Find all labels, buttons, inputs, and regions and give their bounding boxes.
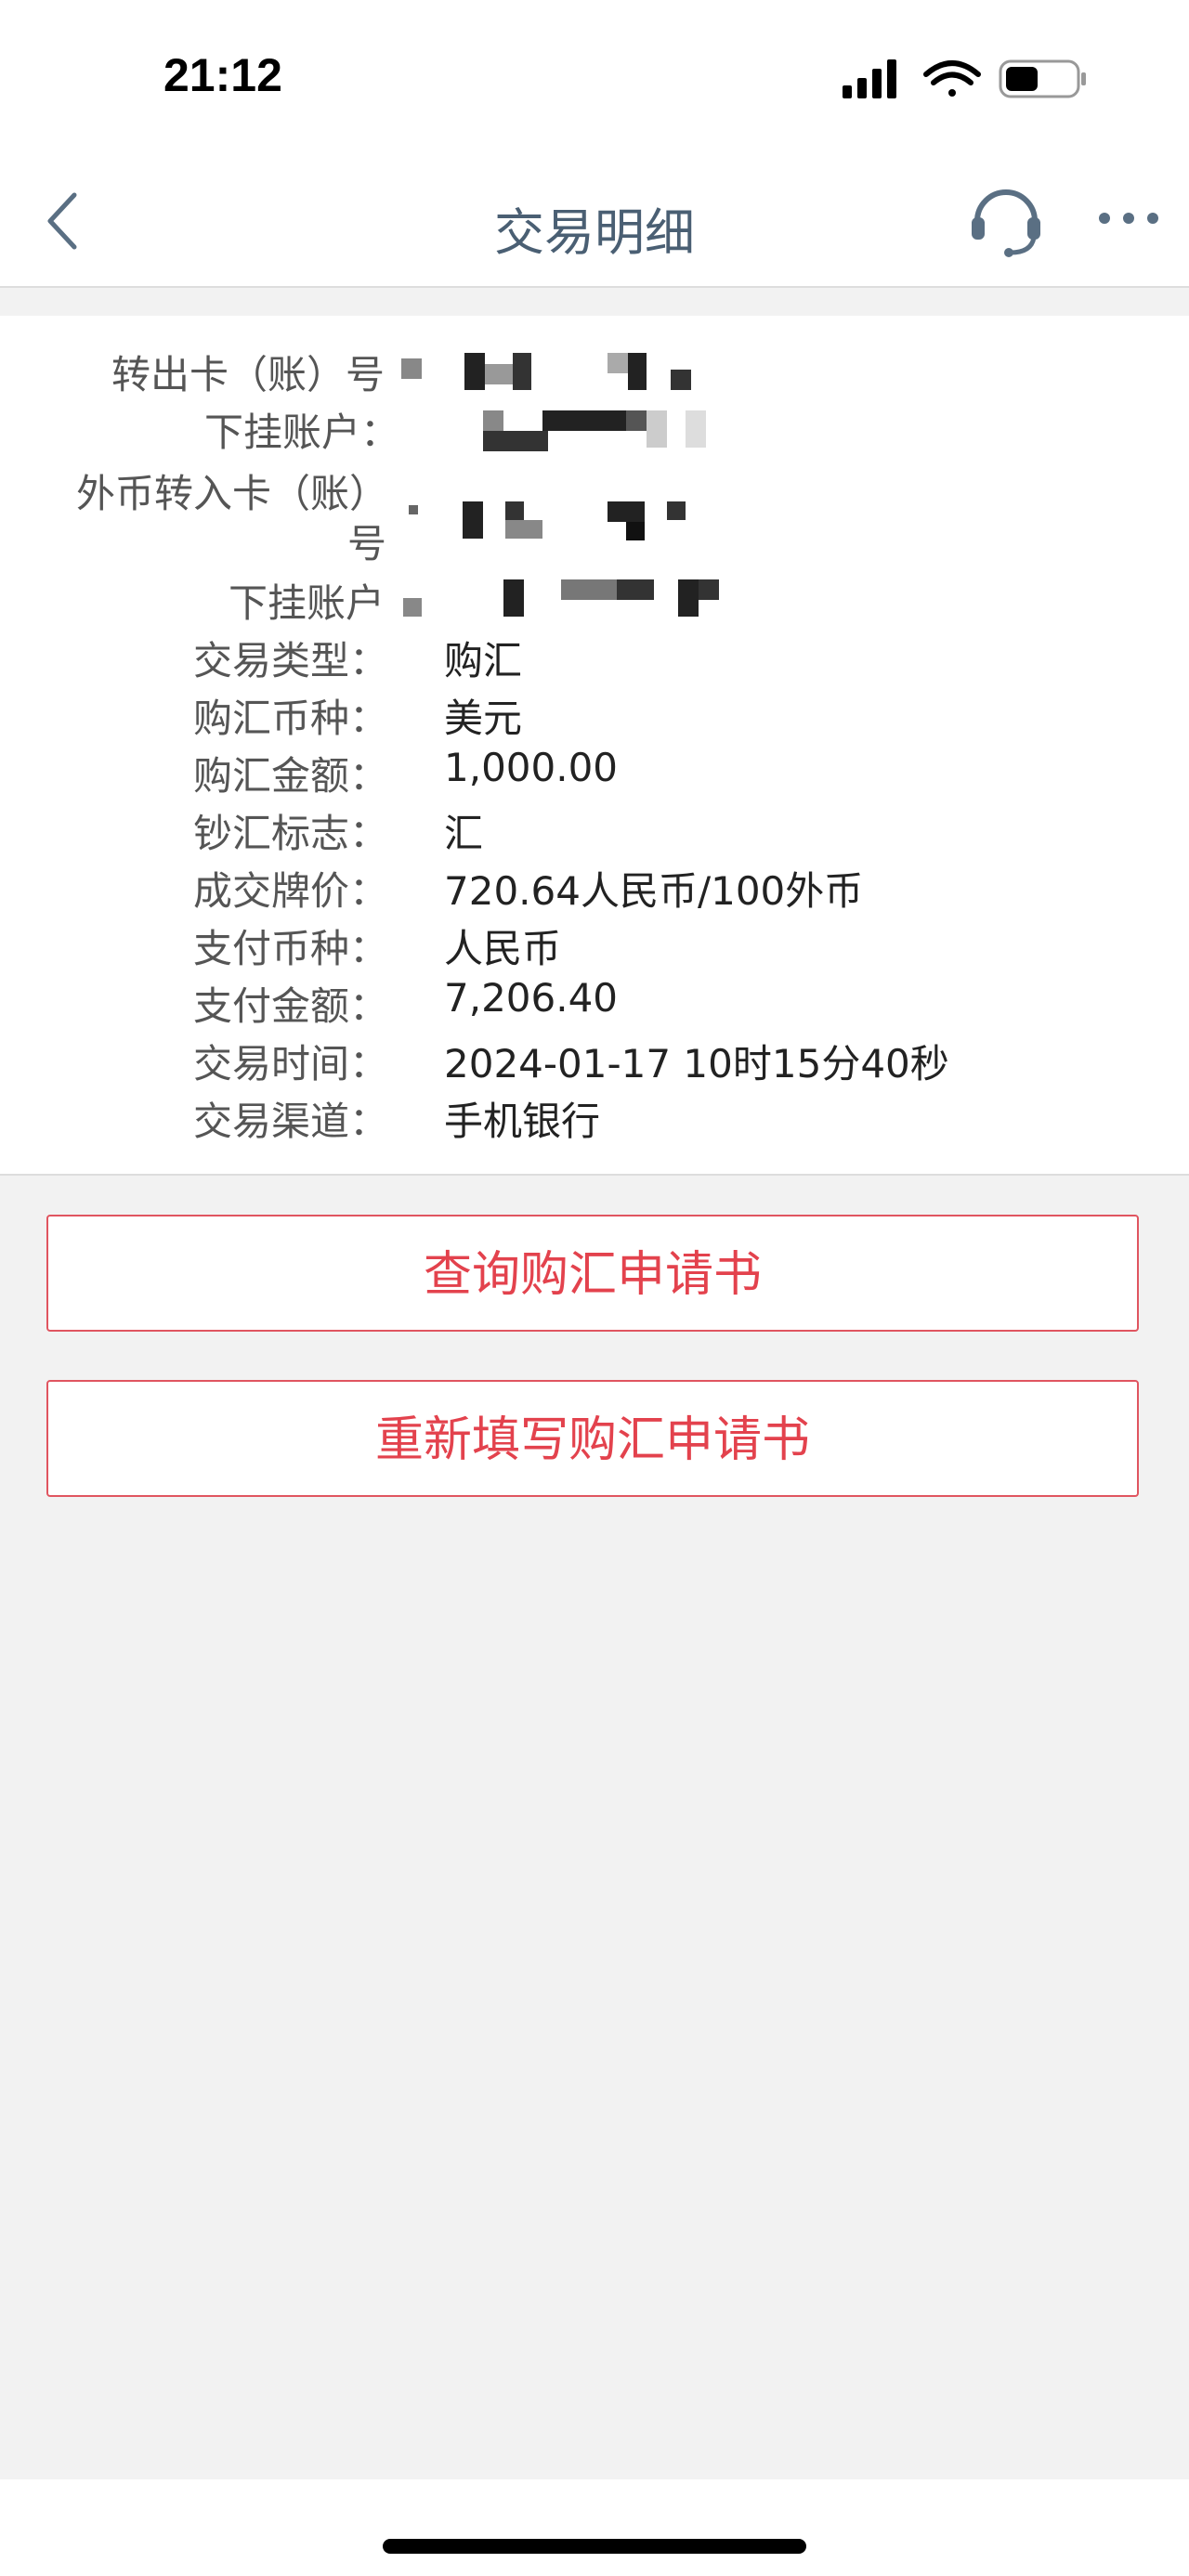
field-value: 美元: [444, 696, 523, 741]
nav-bar: 交易明细: [0, 158, 1189, 288]
field-label: 支付金额：: [192, 983, 388, 1029]
detail-row-cash-flag: 钞汇标志： 汇: [0, 802, 1189, 858]
detail-row-pay-currency: 支付币种： 人民币: [0, 917, 1189, 973]
to-sub-account-label: 下挂账户: [228, 580, 385, 626]
field-value: 2024-01-17 10时15分40秒: [444, 1041, 949, 1086]
field-label: 成交牌价：: [192, 868, 388, 914]
status-icons: [843, 59, 1086, 98]
from-sub-account-label: 下挂账户：: [203, 410, 399, 455]
field-label: 交易时间：: [192, 1041, 388, 1086]
field-value: 人民币: [444, 926, 562, 971]
status-bar: 21:12: [0, 0, 1189, 158]
field-label: 钞汇标志：: [192, 811, 388, 856]
to-card-row-line2: 号: [0, 501, 1189, 568]
from-card-row: 转出卡（账）号: [0, 344, 1189, 399]
field-label: 支付币种：: [192, 926, 388, 971]
field-label: 交易类型：: [192, 638, 388, 683]
detail-row-type: 交易类型： 购汇: [0, 630, 1189, 685]
to-sub-account-row: 下挂账户: [0, 572, 1189, 628]
field-value: 1,000.00: [444, 745, 619, 790]
refill-application-button[interactable]: 重新填写购汇申请书: [46, 1380, 1139, 1497]
divider-band: [0, 288, 1189, 316]
field-value: 汇: [444, 811, 484, 856]
field-label: 交易渠道：: [192, 1099, 388, 1144]
field-value: 7,206.40: [444, 975, 619, 1021]
from-sub-account-row: 下挂账户：: [0, 401, 1189, 457]
field-label: 购汇金额：: [192, 753, 388, 799]
wifi-icon: [923, 60, 981, 97]
headset-icon[interactable]: [966, 178, 1046, 258]
masked-to-sub-account: [401, 579, 736, 626]
masked-sub-account: [483, 405, 725, 453]
detail-row-amount: 购汇金额： 1,000.00: [0, 745, 1189, 800]
field-value: 720.64人民币/100外币: [444, 868, 864, 914]
transaction-detail-card: 转出卡（账）号 下挂账户： 外币转入卡（账） 号 下挂账户 交易类型： 购汇 购…: [0, 316, 1189, 1176]
masked-to-card-number: [409, 501, 725, 548]
signal-icon: [843, 59, 896, 98]
detail-row-channel: 交易渠道： 手机银行: [0, 1090, 1189, 1146]
from-card-label: 转出卡（账）号: [111, 352, 385, 397]
field-value: 手机银行: [444, 1099, 601, 1144]
field-value: 购汇: [444, 638, 523, 683]
to-card-label-line1: 外币转入卡（账）: [75, 471, 388, 516]
masked-card-number: [401, 347, 717, 394]
query-application-button[interactable]: 查询购汇申请书: [46, 1215, 1139, 1332]
detail-row-time: 交易时间： 2024-01-17 10时15分40秒: [0, 1033, 1189, 1088]
detail-row-currency: 购汇币种： 美元: [0, 687, 1189, 743]
detail-row-pay-amount: 支付金额： 7,206.40: [0, 975, 1189, 1031]
bottom-bar: [0, 2479, 1189, 2576]
battery-icon: [999, 59, 1086, 98]
status-time: 21:12: [163, 49, 282, 101]
detail-row-rate: 成交牌价： 720.64人民币/100外币: [0, 860, 1189, 916]
field-label: 购汇币种：: [192, 696, 388, 741]
to-card-label-line2: 号: [346, 521, 386, 566]
more-dots-icon[interactable]: [1096, 204, 1161, 232]
home-indicator[interactable]: [383, 2539, 806, 2554]
